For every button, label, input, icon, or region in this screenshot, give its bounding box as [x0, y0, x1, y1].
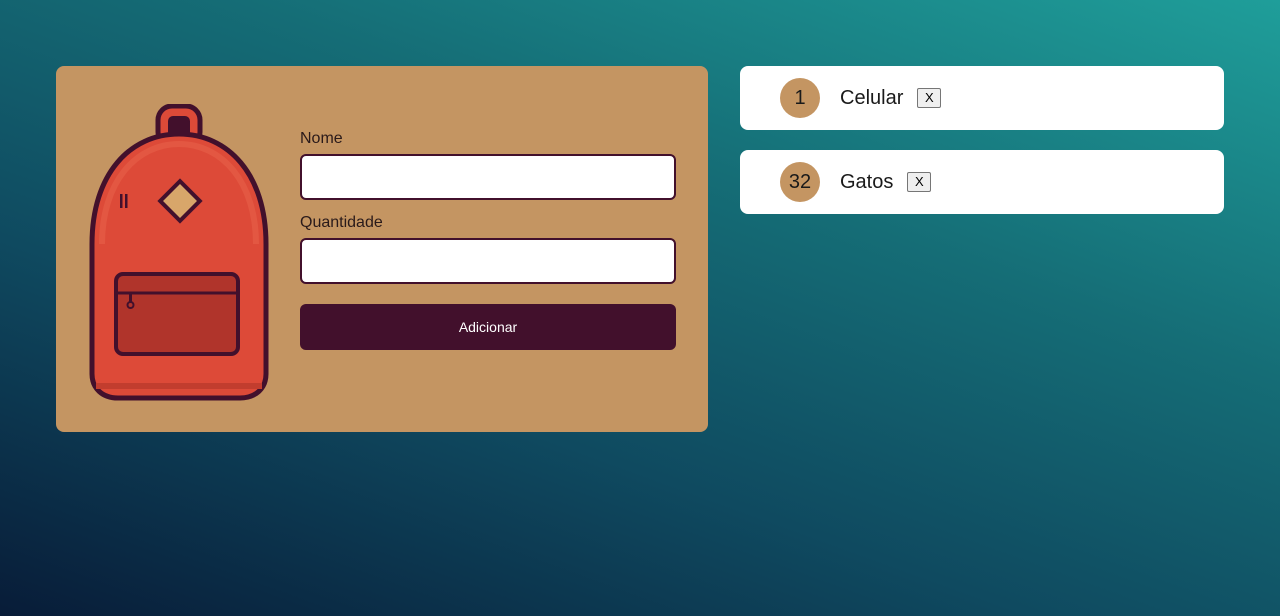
add-item-form: Nome Quantidade Adicionar: [300, 130, 676, 350]
name-label: Nome: [300, 130, 343, 147]
add-item-card: Nome Quantidade Adicionar: [56, 66, 708, 432]
backpack-icon: [89, 104, 269, 401]
remove-item-button[interactable]: X: [907, 172, 932, 192]
quantity-input[interactable]: [300, 238, 676, 284]
item-list: 1 Celular X 32 Gatos X: [740, 66, 1224, 234]
remove-item-button[interactable]: X: [917, 88, 942, 108]
item-name: Gatos: [840, 170, 894, 193]
list-item: 1 Celular X: [740, 66, 1224, 130]
quantity-badge: 1: [780, 78, 820, 118]
name-input[interactable]: [300, 154, 676, 200]
item-name: Celular: [840, 86, 904, 109]
quantity-badge: 32: [780, 162, 820, 202]
add-button[interactable]: Adicionar: [300, 304, 676, 350]
list-item: 32 Gatos X: [740, 150, 1224, 214]
quantity-label: Quantidade: [300, 214, 383, 231]
